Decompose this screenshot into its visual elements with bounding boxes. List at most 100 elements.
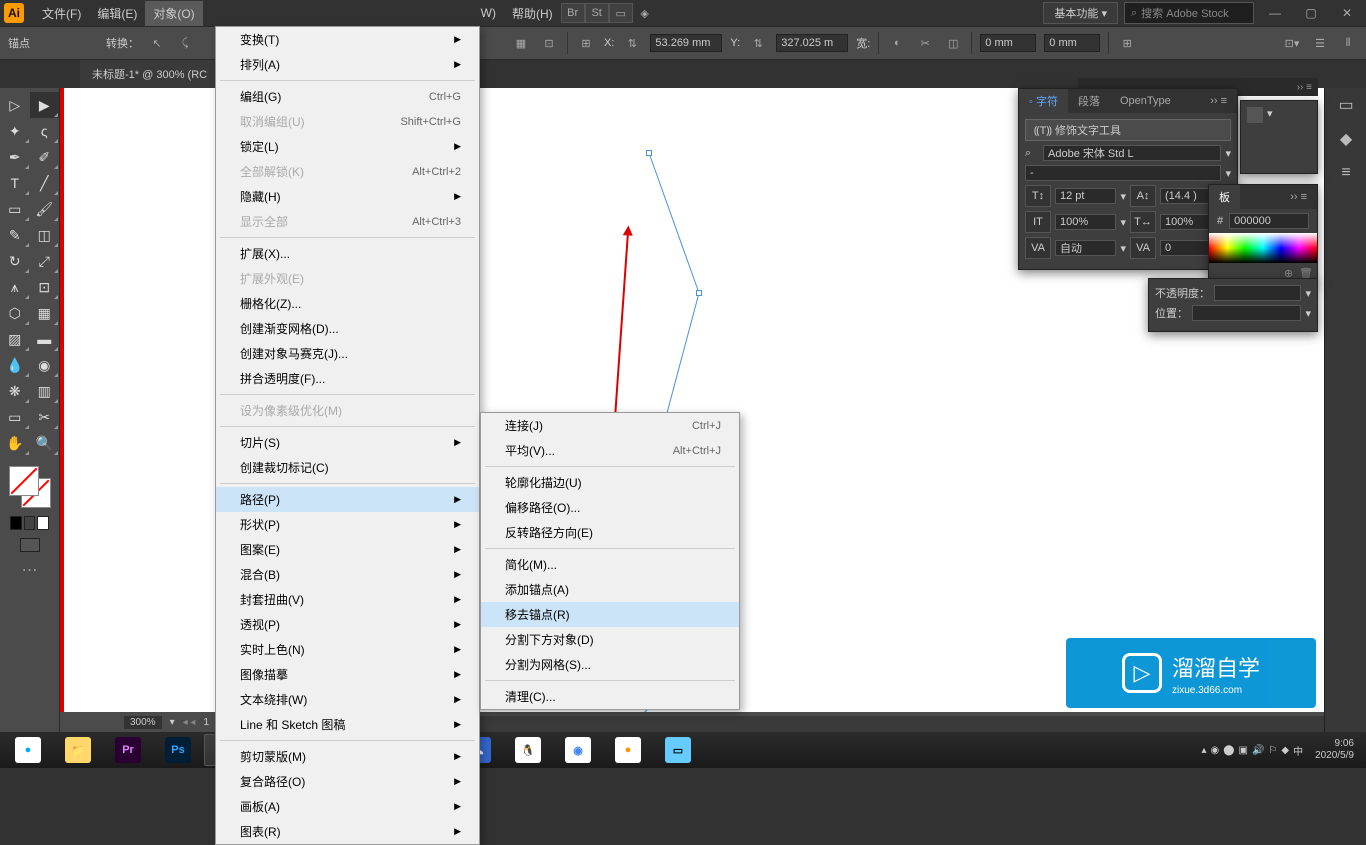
panel-menu-icon[interactable]: ›› ≡	[1200, 91, 1237, 111]
menu-item[interactable]: 切片(S)▶	[216, 430, 479, 455]
menu-file[interactable]: 文件(F)	[34, 1, 89, 26]
fill-mode[interactable]	[10, 516, 22, 530]
y-input[interactable]	[776, 34, 848, 52]
taskbar-firefox[interactable]: ●	[604, 734, 652, 766]
extra-icon-2[interactable]: ✂	[915, 33, 935, 53]
font-style-input[interactable]	[1025, 165, 1221, 181]
line-tool[interactable]: ╱	[30, 170, 60, 196]
screen-mode[interactable]	[20, 538, 40, 552]
menu-item[interactable]: 透视(P)▶	[216, 612, 479, 637]
menu-item[interactable]: 混合(B)▶	[216, 562, 479, 587]
dock-properties[interactable]: ▭	[1325, 88, 1366, 122]
menu-item[interactable]: Line 和 Sketch 图稿▶	[216, 712, 479, 737]
menu-item[interactable]: 锁定(L)▶	[216, 134, 479, 159]
submenu-item[interactable]: 移去锚点(R)	[481, 602, 739, 627]
extra-icon-1[interactable]: ◐	[887, 33, 907, 53]
pen-tool[interactable]: ✒	[0, 144, 30, 170]
tray-icon[interactable]: ▣	[1238, 745, 1247, 756]
submenu-item[interactable]: 反转路径方向(E)	[481, 520, 739, 545]
kerning-input[interactable]	[1055, 240, 1116, 256]
tray-icon[interactable]: ⚐	[1268, 745, 1277, 756]
h-input[interactable]	[1044, 34, 1100, 52]
hex-input[interactable]	[1229, 213, 1309, 229]
scale-tool[interactable]: ⤢	[30, 248, 60, 274]
bridge-icon[interactable]: Br	[561, 3, 585, 23]
align-to-icon[interactable]: ⊡▾	[1282, 33, 1302, 53]
tray-icon[interactable]: ◉	[1211, 745, 1220, 756]
taskbar-photoshop[interactable]: Ps	[154, 734, 202, 766]
tray-icon[interactable]: ◆	[1281, 745, 1289, 756]
tab-opentype[interactable]: OpenType	[1110, 91, 1181, 111]
extra-icon-3[interactable]: ◫	[943, 33, 963, 53]
menu-item[interactable]: 图像描摹▶	[216, 662, 479, 687]
artboard-nav[interactable]: 1	[203, 717, 209, 728]
slice-tool[interactable]: ✂	[30, 404, 60, 430]
graph-tool[interactable]: ▥	[30, 378, 60, 404]
convert-smooth-icon[interactable]: ⤹	[175, 33, 195, 53]
zoom-level[interactable]: 300%	[124, 716, 162, 729]
link-icon[interactable]: ⇅	[622, 33, 642, 53]
menu-item[interactable]: 复合路径(O)▶	[216, 769, 479, 794]
ref-point-icon[interactable]: ⊞	[576, 33, 596, 53]
menu-item[interactable]: 路径(P)▶	[216, 487, 479, 512]
submenu-item[interactable]: 轮廓化描边(U)	[481, 470, 739, 495]
extra-panel-1[interactable]: ▾	[1240, 100, 1318, 174]
symbol-tool[interactable]: ❋	[0, 378, 30, 404]
setup-icon[interactable]: ☰	[1310, 33, 1330, 53]
taskbar-browser[interactable]: ●	[4, 734, 52, 766]
w-input[interactable]	[980, 34, 1036, 52]
close-button[interactable]: ✕	[1332, 3, 1362, 23]
align-icon[interactable]: ▦	[511, 33, 531, 53]
tab-character[interactable]: ◦ 字符	[1019, 89, 1068, 113]
search-stock[interactable]: ⌕ 搜索 Adobe Stock	[1124, 2, 1254, 24]
doc-tab-1[interactable]: 未标题-1* @ 300% (RC	[80, 60, 219, 88]
shape-builder-tool[interactable]: ⬡	[0, 300, 30, 326]
workspace-switcher[interactable]: 基本功能 ▾	[1043, 2, 1118, 24]
lasso-tool[interactable]: ς	[30, 118, 60, 144]
vscale-input[interactable]	[1055, 214, 1116, 230]
hand-tool[interactable]: ✋	[0, 430, 30, 456]
submenu-item[interactable]: 添加锚点(A)	[481, 577, 739, 602]
taskbar-explorer[interactable]: 📁	[54, 734, 102, 766]
tray-icon[interactable]: 中	[1293, 743, 1303, 758]
menu-partial[interactable]: W)	[473, 2, 504, 24]
pref-icon[interactable]: ⫴	[1338, 33, 1358, 53]
selection-tool[interactable]: ▷	[0, 92, 30, 118]
rotate-tool[interactable]: ↻	[0, 248, 30, 274]
submenu-item[interactable]: 连接(J)Ctrl+J	[481, 413, 739, 438]
touch-type-btn[interactable]: ⸨T⸩ 修饰文字工具	[1025, 119, 1231, 141]
menu-item[interactable]: 画板(A)▶	[216, 794, 479, 819]
blend-tool[interactable]: ◉	[30, 352, 60, 378]
menu-item[interactable]: 变换(T)▶	[216, 27, 479, 52]
taskbar-qq[interactable]: 🐧	[504, 734, 552, 766]
curvature-tool[interactable]: ✐	[30, 144, 60, 170]
tray-icon[interactable]: 🔊	[1252, 745, 1264, 756]
stock-icon[interactable]: St	[585, 3, 609, 23]
isolate-icon[interactable]: ⊡	[539, 33, 559, 53]
font-size-input[interactable]	[1055, 188, 1116, 204]
tab-paragraph[interactable]: 段落	[1068, 89, 1110, 113]
tray-icon[interactable]: ⬤	[1223, 745, 1234, 756]
menu-item[interactable]: 图案(E)▶	[216, 537, 479, 562]
pos-input[interactable]	[1192, 305, 1301, 321]
artboard-tool[interactable]: ▭	[0, 404, 30, 430]
perspective-tool[interactable]: ▦	[30, 300, 60, 326]
taskbar-chrome[interactable]: ◉	[554, 734, 602, 766]
dock-layers[interactable]: ≡	[1325, 156, 1366, 190]
magic-wand-tool[interactable]: ✦	[0, 118, 30, 144]
free-transform-tool[interactable]: ⊡	[30, 274, 60, 300]
menu-item[interactable]: 创建裁切标记(C)	[216, 455, 479, 480]
eyedropper-tool[interactable]: 💧	[0, 352, 30, 378]
edit-toolbar[interactable]: ⋯	[6, 556, 53, 580]
mesh-tool[interactable]: ▨	[0, 326, 30, 352]
menu-item[interactable]: 栅格化(Z)...	[216, 291, 479, 316]
submenu-item[interactable]: 平均(V)...Alt+Ctrl+J	[481, 438, 739, 463]
shaper-tool[interactable]: ✎	[0, 222, 30, 248]
submenu-item[interactable]: 分割为网格(S)...	[481, 652, 739, 677]
gpu-icon[interactable]: ◈	[633, 3, 657, 23]
menu-item[interactable]: 剪切蒙版(M)▶	[216, 744, 479, 769]
width-tool[interactable]: ⩚	[0, 274, 30, 300]
menu-item[interactable]: 实时上色(N)▶	[216, 637, 479, 662]
submenu-item[interactable]: 简化(M)...	[481, 552, 739, 577]
direct-select-tool[interactable]: ▶	[30, 92, 60, 118]
